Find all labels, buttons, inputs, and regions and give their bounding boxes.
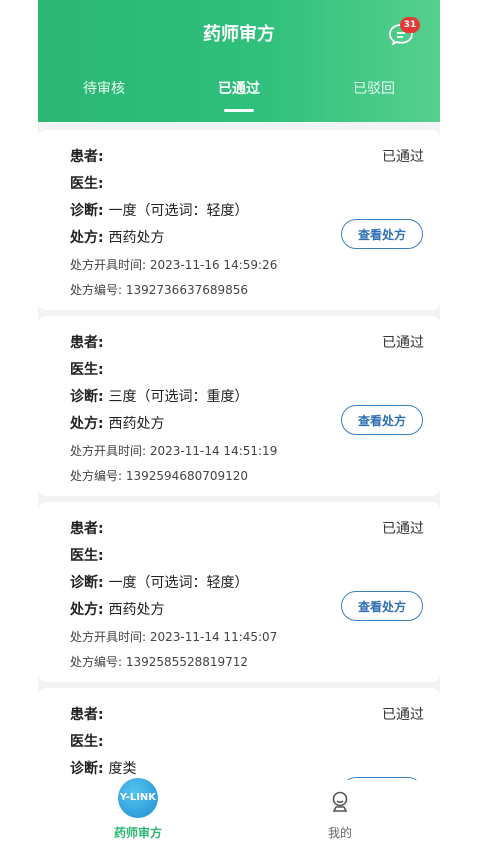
page-title: 药师审方 (203, 24, 275, 45)
app-screen: 药师审方 31 待审核 已通过 已驳回 患者: 已通过 医生: 诊断: 一度（可… (38, 0, 440, 850)
prescription-list: 患者: 已通过 医生: 诊断: 一度（可选词：轻度） 处方: 西药处方 处方开具… (38, 128, 440, 780)
header: 药师审方 31 待审核 已通过 已驳回 (38, 0, 440, 122)
rx-no-label: 处方编号: (70, 469, 123, 483)
view-prescription-button[interactable]: 查看处方 (341, 405, 423, 435)
patient-label: 患者: (70, 707, 104, 723)
status-text: 已通过 (382, 149, 424, 165)
user-icon[interactable] (328, 790, 352, 814)
rx-no-row: 处方编号: 1392594680709120 (70, 467, 248, 484)
rx-type-row: 处方: 西药处方 (70, 599, 164, 619)
message-count-badge: 31 (400, 17, 420, 33)
rx-type-row: 处方: 西药处方 (70, 227, 164, 247)
view-prescription-button[interactable]: 查看处方 (341, 591, 423, 621)
diagnosis-value: 一度（可选词：轻度） (108, 575, 249, 591)
rx-type-label: 处方: (70, 230, 104, 246)
diagnosis-value: 一度（可选词：轻度） (108, 203, 249, 219)
status-tabs: 待审核 已通过 已驳回 (38, 78, 440, 114)
patient-label: 患者: (70, 149, 104, 165)
rx-time-row: 处方开具时间: 2023-11-14 11:45:07 (70, 628, 277, 645)
diagnosis-label: 诊断: (70, 575, 104, 591)
diagnosis-row: 诊断: 一度（可选词：轻度） (70, 200, 248, 220)
doctor-label: 医生: (70, 176, 104, 192)
doctor-label: 医生: (70, 734, 104, 750)
tab-approved[interactable]: 已通过 (189, 78, 289, 98)
doctor-label: 医生: (70, 548, 104, 564)
rx-no-row: 处方编号: 1392585528819712 (70, 653, 248, 670)
diagnosis-value: 三度（可选词：重度） (108, 389, 249, 405)
rx-time-label: 处方开具时间: (70, 444, 147, 458)
nav-label-review[interactable]: 药师审方 (98, 824, 178, 841)
diagnosis-label: 诊断: (70, 761, 104, 777)
rx-time-value: 2023-11-14 14:51:19 (149, 444, 278, 458)
tab-pending[interactable]: 待审核 (54, 78, 154, 98)
active-tab-indicator (224, 109, 254, 112)
rx-no-label: 处方编号: (70, 283, 123, 297)
view-prescription-button[interactable]: 查看处方 (341, 219, 423, 249)
prescription-card: 患者: 已通过 医生: 诊断: 一度（可选词：轻度） 处方: 西药处方 处方开具… (38, 130, 440, 310)
rx-type-value: 西药处方 (108, 230, 165, 246)
rx-no-value: 1392585528819712 (125, 655, 249, 669)
diagnosis-row: 诊断: 度类 (70, 758, 136, 778)
rx-no-value: 1392736637689856 (125, 283, 249, 297)
rx-type-label: 处方: (70, 602, 104, 618)
diagnosis-label: 诊断: (70, 203, 104, 219)
diagnosis-value: 度类 (108, 761, 137, 777)
prescription-card: 患者: 已通过 医生: 诊断: 一度（可选词：轻度） 处方: 西药处方 处方开具… (38, 502, 440, 682)
nav-label-mine[interactable]: 我的 (300, 824, 380, 841)
doctor-label: 医生: (70, 362, 104, 378)
rx-time-label: 处方开具时间: (70, 258, 147, 272)
status-text: 已通过 (382, 335, 424, 351)
rx-type-row: 处方: 西药处方 (70, 413, 164, 433)
rx-time-value: 2023-11-14 11:45:07 (149, 630, 278, 644)
patient-label: 患者: (70, 521, 104, 537)
diagnosis-row: 诊断: 三度（可选词：重度） (70, 386, 248, 406)
rx-time-value: 2023-11-16 14:59:26 (149, 258, 278, 272)
status-text: 已通过 (382, 521, 424, 537)
diagnosis-row: 诊断: 一度（可选词：轻度） (70, 572, 248, 592)
rx-time-row: 处方开具时间: 2023-11-16 14:59:26 (70, 256, 277, 273)
prescription-card: 患者: 已通过 医生: 诊断: 度类 (38, 688, 440, 780)
rx-time-row: 处方开具时间: 2023-11-14 14:51:19 (70, 442, 277, 459)
rx-no-row: 处方编号: 1392736637689856 (70, 281, 248, 298)
tab-rejected[interactable]: 已驳回 (324, 78, 424, 98)
bottom-nav: Y-LINK 药师审方 我的 (38, 778, 440, 850)
rx-type-label: 处方: (70, 416, 104, 432)
ylink-home-icon[interactable]: Y-LINK (118, 778, 158, 818)
rx-no-label: 处方编号: (70, 655, 123, 669)
status-text: 已通过 (382, 707, 424, 723)
patient-label: 患者: (70, 335, 104, 351)
rx-type-value: 西药处方 (108, 602, 165, 618)
rx-no-value: 1392594680709120 (125, 469, 249, 483)
prescription-card: 患者: 已通过 医生: 诊断: 三度（可选词：重度） 处方: 西药处方 处方开具… (38, 316, 440, 496)
rx-time-label: 处方开具时间: (70, 630, 147, 644)
diagnosis-label: 诊断: (70, 389, 104, 405)
rx-type-value: 西药处方 (108, 416, 165, 432)
